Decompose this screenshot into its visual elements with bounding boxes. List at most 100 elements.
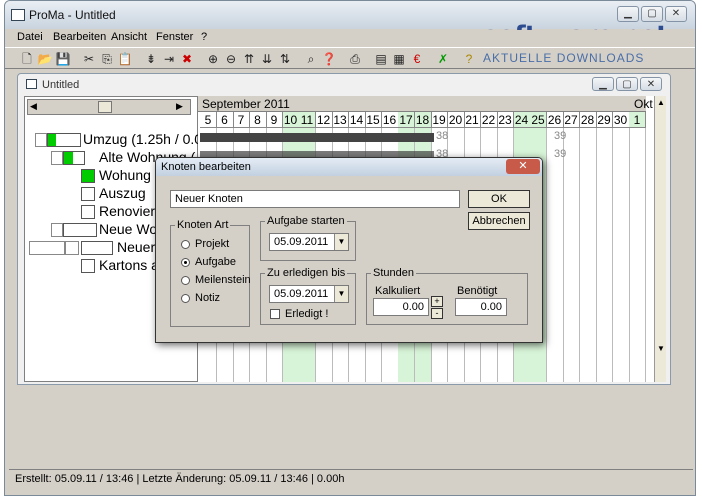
radio-meilenstein-label[interactable]: Meilenstein — [195, 274, 251, 286]
done-label[interactable]: Erledigt ! — [285, 308, 328, 320]
day-column[interactable] — [547, 128, 564, 382]
menu-datei[interactable]: Datei — [17, 31, 43, 43]
cut-icon[interactable]: ✂ — [81, 51, 97, 67]
copy-icon[interactable]: ⎘ — [99, 51, 115, 67]
sort-down-icon[interactable]: ⇊ — [259, 51, 275, 67]
day-cell: 13 — [332, 112, 349, 128]
done-checkbox[interactable] — [270, 309, 280, 319]
day-cell: 15 — [365, 112, 382, 128]
summary-bar[interactable] — [200, 133, 434, 142]
insert-node-icon[interactable]: ⇟ — [143, 51, 159, 67]
scroll-thumb[interactable] — [98, 101, 112, 113]
day-cell: 12 — [315, 112, 333, 128]
export-icon[interactable]: ▤ — [373, 51, 389, 67]
child-close-button[interactable]: ✕ — [640, 77, 662, 91]
month-label-next: Okt — [634, 97, 653, 111]
radio-meilenstein[interactable] — [181, 276, 190, 285]
due-date-select[interactable]: 05.09.2011 ▼ — [269, 285, 349, 303]
tree-item[interactable]: Renovieru — [99, 203, 163, 219]
question-icon[interactable]: ? — [461, 51, 477, 67]
save-icon[interactable]: 💾 — [55, 51, 71, 67]
day-cell: 26 — [546, 112, 564, 128]
menu-ansicht[interactable]: Ansicht — [111, 31, 147, 43]
day-column[interactable] — [563, 128, 580, 382]
hours-group: Stunden Kalkuliert 0.00 + - Benötigt 0.0… — [366, 267, 528, 325]
paste-icon[interactable]: 📋 — [117, 51, 133, 67]
menu-fenster[interactable]: Fenster — [156, 31, 193, 43]
week-label: 39 — [554, 148, 567, 160]
need-hours-input[interactable]: 0.00 — [455, 298, 507, 316]
scroll-left-icon[interactable]: ◀ — [30, 101, 37, 112]
zoom-out-icon[interactable]: ⊖ — [223, 51, 239, 67]
scroll-up-icon[interactable]: ▲ — [657, 98, 665, 107]
node-name-input[interactable] — [170, 190, 460, 208]
new-icon[interactable]: 🗋 — [19, 51, 35, 67]
decrement-button[interactable]: - — [431, 308, 443, 319]
progress-box — [81, 241, 113, 255]
radio-notiz-label[interactable]: Notiz — [195, 292, 220, 304]
day-cell: 11 — [299, 112, 316, 128]
euro-icon[interactable]: € — [409, 51, 425, 67]
gantt-vscrollbar[interactable]: ▲ ▼ — [654, 96, 666, 382]
delete-icon[interactable]: ✖ — [179, 51, 195, 67]
maximize-button[interactable]: ▢ — [641, 6, 663, 22]
print-icon[interactable]: ⎙ — [347, 51, 363, 67]
day-column[interactable] — [613, 128, 630, 382]
child-maximize-button[interactable]: ▢ — [616, 77, 638, 91]
close-button[interactable]: ✕ — [665, 6, 687, 22]
tree-item[interactable]: Umzug (1.25h / 0.0 — [83, 131, 202, 147]
tree-item[interactable]: Auszug — [99, 185, 146, 201]
day-column[interactable] — [629, 128, 646, 382]
cancel-button[interactable]: Abbrechen — [468, 212, 530, 230]
tree-collapse-icon[interactable] — [65, 241, 79, 255]
day-cell: 10 — [282, 112, 300, 128]
open-icon[interactable]: 📂 — [37, 51, 53, 67]
scroll-right-icon[interactable]: ▶ — [176, 101, 183, 112]
report-icon[interactable]: ▦ — [391, 51, 407, 67]
scroll-down-icon[interactable]: ▼ — [657, 344, 665, 353]
child-minimize-button[interactable]: ▁ — [592, 77, 614, 91]
month-label: September 2011 — [202, 97, 290, 111]
tree-collapse-icon[interactable] — [35, 133, 47, 147]
minimize-button[interactable]: ▁ — [617, 6, 639, 22]
day-cell: 20 — [447, 112, 465, 128]
day-cell: 19 — [431, 112, 448, 128]
insert-child-icon[interactable]: ⇥ — [161, 51, 177, 67]
radio-projekt[interactable] — [181, 240, 190, 249]
radio-aufgabe[interactable] — [181, 258, 190, 267]
day-column[interactable] — [580, 128, 597, 382]
day-cell: 29 — [596, 112, 613, 128]
radio-notiz[interactable] — [181, 294, 190, 303]
help-icon[interactable]: ❓ — [321, 51, 337, 67]
calc-hours-input[interactable]: 0.00 — [373, 298, 429, 316]
tree-collapse-icon[interactable] — [51, 223, 63, 237]
tree-node-outline — [29, 241, 65, 255]
day-cell: 28 — [579, 112, 597, 128]
dialog-close-button[interactable]: ✕ — [506, 159, 540, 174]
day-cell: 6 — [216, 112, 234, 128]
dialog-titlebar: Knoten bearbeiten ✕ — [156, 158, 542, 176]
menu-help[interactable]: ? — [201, 31, 207, 43]
tree-collapse-icon[interactable] — [51, 151, 63, 165]
chevron-down-icon[interactable]: ▼ — [334, 286, 348, 302]
radio-projekt-label[interactable]: Projekt — [195, 238, 229, 250]
document-icon — [26, 79, 37, 89]
tree-hscrollbar[interactable]: ◀ ▶ — [27, 99, 191, 115]
increment-button[interactable]: + — [431, 296, 443, 307]
day-column[interactable] — [596, 128, 613, 382]
sort-up-icon[interactable]: ⇈ — [241, 51, 257, 67]
zoom-in-icon[interactable]: ⊕ — [205, 51, 221, 67]
clear-icon[interactable]: ✗ — [435, 51, 451, 67]
start-date-select[interactable]: 05.09.2011 ▼ — [269, 233, 349, 251]
ok-button[interactable]: OK — [468, 190, 530, 208]
month-header: September 2011 Okt — [198, 96, 653, 112]
radio-aufgabe-label[interactable]: Aufgabe — [195, 256, 236, 268]
tree-item[interactable]: Wohung k — [99, 167, 162, 183]
find-icon[interactable]: ⌕ — [303, 51, 319, 67]
menu-bearbeiten[interactable]: Bearbeiten — [53, 31, 106, 43]
status-bar: Erstellt: 05.09.11 / 13:46 | Letzte Ände… — [9, 469, 693, 487]
chevron-down-icon[interactable]: ▼ — [334, 234, 348, 250]
toolbar: 🗋 📂 💾 ✂ ⎘ 📋 ⇟ ⇥ ✖ ⊕ ⊖ ⇈ ⇊ ⇅ ⌕ ❓ ⎙ ▤ ▦ € … — [5, 47, 695, 69]
day-cell: 27 — [563, 112, 580, 128]
sort-icon[interactable]: ⇅ — [277, 51, 293, 67]
